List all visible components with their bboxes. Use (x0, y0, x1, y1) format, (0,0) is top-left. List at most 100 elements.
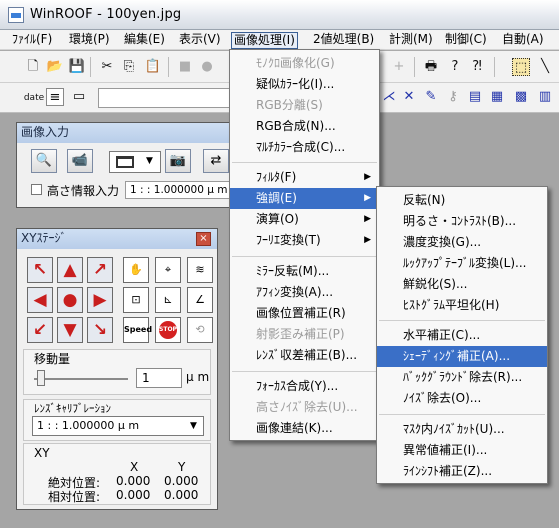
date-label[interactable]: date (22, 89, 46, 107)
close-icon[interactable]: × (196, 232, 211, 246)
menu-enhance-label: 強調(E) (256, 191, 297, 205)
menu-position-correct[interactable]: 画像位置補正(R) (230, 303, 379, 324)
arrow-up-right-button[interactable]: ↗ (87, 257, 113, 283)
menu-horizontal-correct[interactable]: 水平補正(C)... (377, 325, 547, 346)
menu-density-convert[interactable]: 濃度変換(G)... (377, 232, 547, 253)
open-folder-icon[interactable]: 📂 (46, 58, 64, 76)
frame-icon[interactable]: ▭ (70, 88, 88, 106)
measure-tool-icon[interactable]: ⋌ (380, 88, 398, 106)
menu-brightness-contrast[interactable]: 明るさ・ｺﾝﾄﾗｽﾄ(B)... (377, 211, 547, 232)
camera-settings-button[interactable]: 📹 (67, 149, 93, 173)
move-unit: μ m (186, 370, 210, 384)
frame-select[interactable]: ▼ (109, 151, 161, 173)
menu-noise-remove[interactable]: ﾉｲｽﾞ除去(O)... (377, 388, 547, 409)
menu-histogram-equalize[interactable]: ﾋｽﾄｸﾞﾗﾑ平坦化(H) (377, 295, 547, 316)
arrow-up-button[interactable]: ▲ (57, 257, 83, 283)
arrow-up-left-button[interactable]: ↖ (27, 257, 53, 283)
capture-button[interactable]: 📷 (165, 149, 191, 173)
lens-calibration-select[interactable]: 1 : : 1.000000 μ m (32, 416, 204, 436)
move-amount-input[interactable]: 1 (136, 368, 182, 388)
menu-invert[interactable]: 反転(N) (377, 190, 547, 211)
stage-center-button[interactable]: ● (57, 287, 83, 313)
paste-icon[interactable]: 📋 (144, 58, 162, 76)
menu-enhance[interactable]: 強調(E) ▶ (230, 188, 379, 209)
key-tool-icon[interactable]: ⚷ (444, 88, 462, 106)
menu-line-shift-correct[interactable]: ﾗｲﾝｼﾌﾄ補正(Z)... (377, 461, 547, 482)
height-info-checkbox[interactable] (31, 184, 42, 195)
menu-edit[interactable]: 編集(E) (122, 32, 167, 49)
pattern-tool-icon[interactable]: ▩ (512, 88, 530, 106)
xy-position-group: XY X Y 絶対位置: 0.000 0.000 相対位置: 0.000 0.0… (23, 443, 211, 505)
menu-control[interactable]: 制御(C) (443, 32, 489, 49)
menu-filter[interactable]: ﾌｨﾙﾀ(F) ▶ (230, 167, 379, 188)
cut-icon[interactable]: ✂ (98, 58, 116, 76)
title-bar: WinROOF - 100yen.jpg (0, 0, 559, 30)
arrow-right-button[interactable]: ▶ (87, 287, 113, 313)
window-title: WinROOF - 100yen.jpg (30, 7, 182, 22)
toolbar-combo[interactable] (98, 88, 230, 108)
menu-mirror[interactable]: ﾐﾗｰ反転(M)... (230, 261, 379, 282)
menu-lens-aberration[interactable]: ﾚﾝｽﾞ収差補正(B)... (230, 345, 379, 366)
menu-mask-noise-cut[interactable]: ﾏｽｸ内ﾉｲｽﾞｶｯﾄ(U)... (377, 419, 547, 440)
menu-focus-merge[interactable]: ﾌｫｰｶｽ合成(Y)... (230, 376, 379, 397)
table-tool-icon[interactable]: ▦ (488, 88, 506, 106)
cross-tool-icon[interactable]: ✕ (400, 88, 418, 106)
disabled-tool-icon: ● (201, 59, 213, 74)
menu-background-remove[interactable]: ﾊﾞｯｸｸﾞﾗｳﾝﾄﾞ除去(R)... (377, 367, 547, 388)
arrow-down-left-button[interactable]: ↙ (27, 317, 53, 343)
print-icon[interactable]: 🖶 (422, 58, 440, 76)
origin-icon[interactable]: ⌖ (155, 257, 181, 283)
arrow-down-right-button[interactable]: ↘ (87, 317, 113, 343)
copy-icon[interactable]: ⎘ (120, 58, 138, 76)
enhance-submenu: 反転(N) 明るさ・ｺﾝﾄﾗｽﾄ(B)... 濃度変換(G)... ﾙｯｸｱｯﾌ… (376, 186, 548, 484)
menu-measure[interactable]: 計測(M) (387, 32, 435, 49)
sequence-button[interactable]: ⇄ (203, 149, 229, 173)
chevron-down-icon: ▼ (190, 421, 197, 431)
menu-sharpen[interactable]: 鮮鋭化(S)... (377, 274, 547, 295)
menu-image-concat[interactable]: 画像連結(K)... (230, 418, 379, 439)
stop-button[interactable]: STOP (155, 317, 181, 343)
text-align-icon[interactable]: ≡ (46, 88, 64, 106)
menu-operation-label: 演算(O) (256, 212, 299, 226)
context-help-icon[interactable]: ⁈ (468, 58, 486, 76)
menu-file[interactable]: ﾌｧｲﾙ(F) (10, 32, 54, 49)
reset-icon[interactable]: ⟲ (187, 317, 213, 343)
arrow-down-button[interactable]: ▼ (57, 317, 83, 343)
menu-operation[interactable]: 演算(O) ▶ (230, 209, 379, 230)
hand-icon[interactable]: ✋ (123, 257, 149, 283)
height-info-label: 高さ情報入力 (47, 184, 120, 198)
arrow-left-button[interactable]: ◀ (27, 287, 53, 313)
menu-rgb-merge[interactable]: RGB合成(N)... (230, 116, 379, 137)
menu-fourier[interactable]: ﾌｰﾘｴ変換(T) ▶ (230, 230, 379, 251)
select-rect-icon[interactable]: ⬚ (512, 58, 530, 76)
layer-tool-icon[interactable]: ▥ (536, 88, 554, 106)
plus-icon: + (393, 59, 405, 74)
menu-lut-convert[interactable]: ﾙｯｸｱｯﾌﾟﾃｰﾌﾞﾙ変換(L)... (377, 253, 547, 274)
menu-outlier-correct[interactable]: 異常値補正(I)... (377, 440, 547, 461)
menu-view[interactable]: 表示(V) (177, 32, 223, 49)
pen-tool-icon[interactable]: ✎ (422, 88, 440, 106)
menu-pseudo-color[interactable]: 疑似ｶﾗｰ化(I)... (230, 74, 379, 95)
move-slider-track[interactable] (34, 378, 128, 380)
grid-tool-icon[interactable]: ▤ (466, 88, 484, 106)
scroll-icon[interactable]: ≋ (187, 257, 213, 283)
menu-multicolor-merge[interactable]: ﾏﾙﾁｶﾗｰ合成(C)... (230, 137, 379, 158)
move-slider-thumb[interactable] (37, 370, 45, 386)
menu-image-processing[interactable]: 画像処理(I) (231, 32, 298, 49)
menu-affine[interactable]: ｱﾌｨﾝ変換(A)... (230, 282, 379, 303)
stage-position-icon[interactable]: ⊡ (123, 287, 149, 313)
angle-icon[interactable]: ∠ (187, 287, 213, 313)
menu-shading-correct[interactable]: ｼｪｰﾃﾞｨﾝｸﾞ補正(A)... (377, 346, 547, 367)
help-icon[interactable]: ? (446, 58, 464, 76)
menu-binary[interactable]: 2値処理(B) (311, 32, 376, 49)
menu-environment[interactable]: 環境(P) (67, 32, 112, 49)
new-file-icon[interactable]: 🗋 (24, 58, 42, 76)
col-y-header: Y (178, 460, 186, 474)
xy-header: XY (34, 446, 50, 460)
menu-auto[interactable]: 自動(A) (500, 32, 546, 49)
line-tool-icon[interactable]: ╲ (536, 58, 554, 76)
zoom-button[interactable]: 🔍 (31, 149, 57, 173)
save-icon[interactable]: 💾 (68, 58, 86, 76)
speed-button[interactable]: Speed (123, 317, 152, 343)
xy-axis-icon[interactable]: ⊾ (155, 287, 181, 313)
